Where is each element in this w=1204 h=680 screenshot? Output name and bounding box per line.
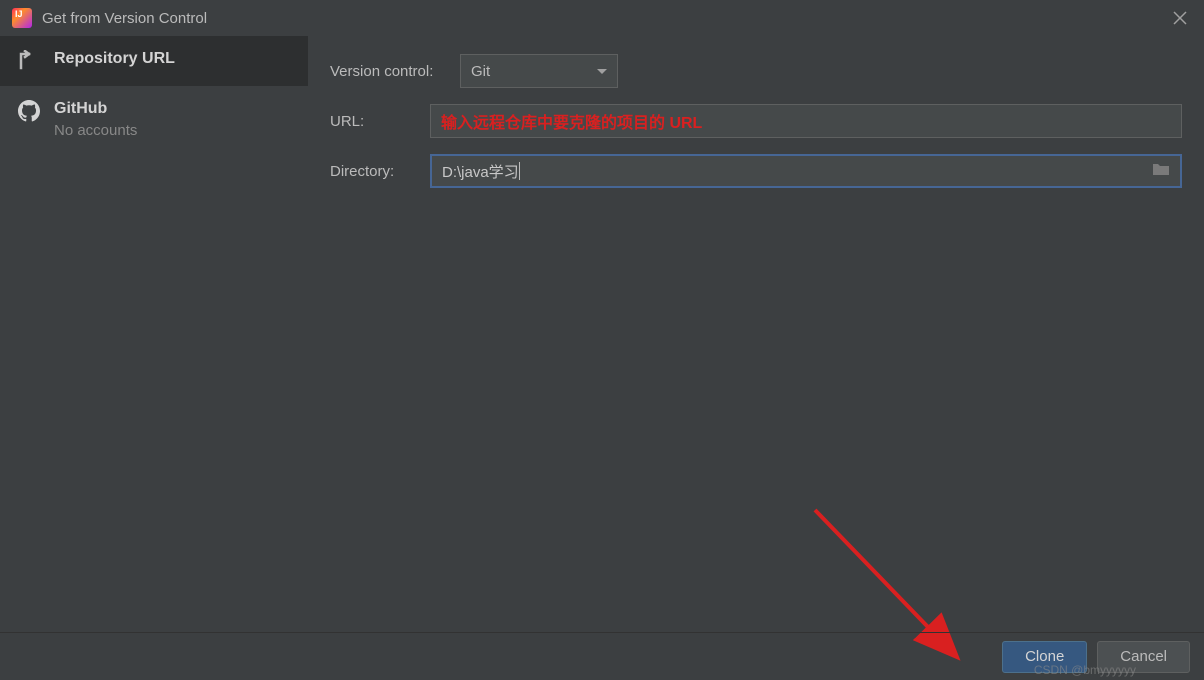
directory-input[interactable]: D:\java学习 (430, 154, 1182, 188)
sidebar-item-github[interactable]: GitHub No accounts (0, 86, 308, 153)
titlebar-left: Get from Version Control (12, 8, 207, 28)
select-value: Git (471, 63, 490, 80)
directory-value: D:\java学习 (442, 161, 519, 182)
main-panel: Version control: Git URL: 输入远程仓库中要克隆的项目的… (308, 36, 1204, 632)
arrow-up-icon (18, 50, 40, 72)
sidebar-text: Repository URL (54, 50, 175, 68)
text-cursor (519, 162, 520, 180)
close-icon (1173, 11, 1187, 25)
titlebar: Get from Version Control (0, 0, 1204, 36)
sidebar-item-label: Repository URL (54, 50, 175, 68)
url-row: URL: 输入远程仓库中要克隆的项目的 URL (330, 104, 1182, 138)
sidebar-item-sublabel: No accounts (54, 122, 137, 139)
app-icon (12, 8, 32, 28)
sidebar: Repository URL GitHub No accounts (0, 36, 308, 632)
url-annotation-text: 输入远程仓库中要克隆的项目的 URL (441, 109, 702, 133)
window-title: Get from Version Control (42, 10, 207, 27)
directory-label: Directory: (330, 163, 418, 180)
directory-row: Directory: D:\java学习 (330, 154, 1182, 188)
sidebar-text: GitHub No accounts (54, 100, 137, 139)
content-area: Repository URL GitHub No accounts Versio… (0, 36, 1204, 632)
version-control-label: Version control: (330, 63, 448, 80)
chevron-down-icon (597, 62, 607, 80)
footer: Clone Cancel (0, 632, 1204, 680)
github-icon (18, 100, 40, 122)
version-control-select[interactable]: Git (460, 54, 618, 88)
sidebar-item-label: GitHub (54, 100, 137, 118)
url-label: URL: (330, 113, 418, 130)
close-button[interactable] (1168, 6, 1192, 30)
watermark: CSDN @bmyyyyyy (1034, 663, 1136, 677)
url-input[interactable]: 输入远程仓库中要克隆的项目的 URL (430, 104, 1182, 138)
version-control-row: Version control: Git (330, 54, 1182, 88)
sidebar-item-repository-url[interactable]: Repository URL (0, 36, 308, 86)
folder-icon[interactable] (1152, 162, 1170, 180)
